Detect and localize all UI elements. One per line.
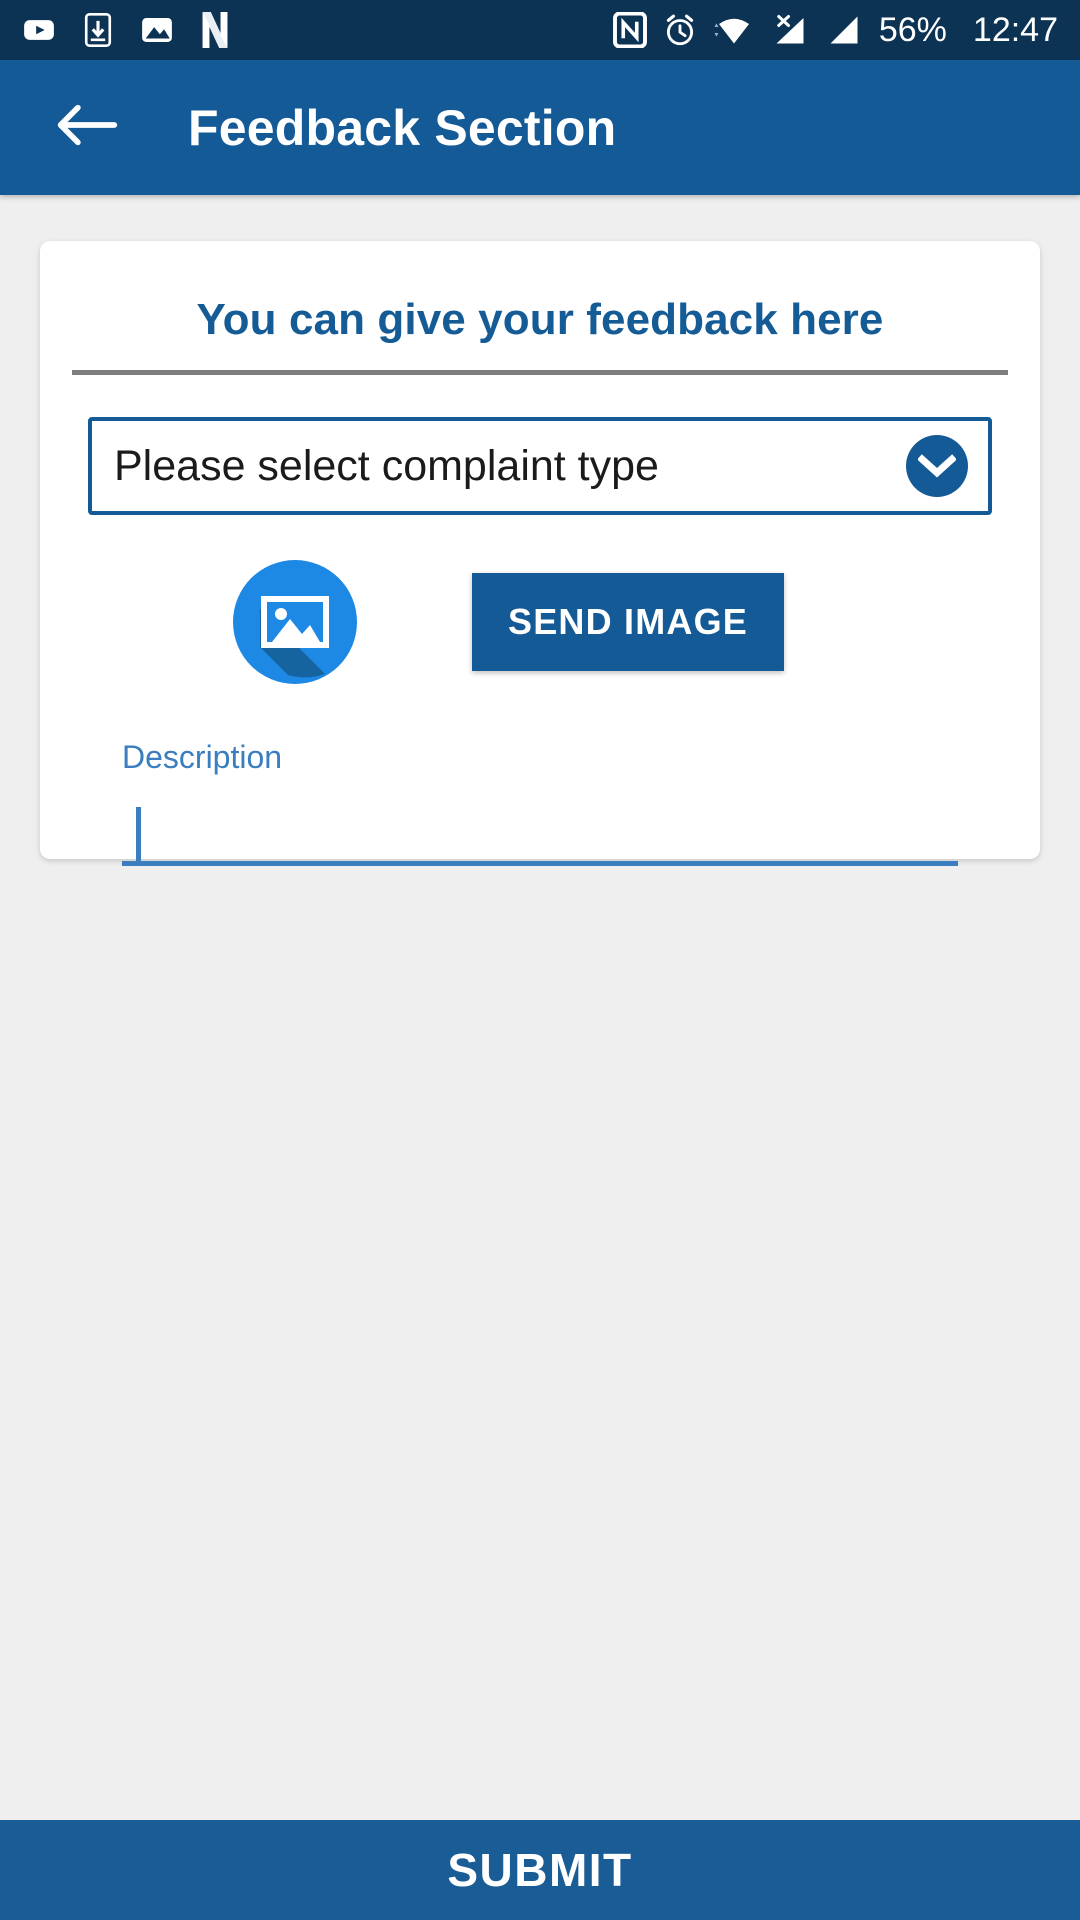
arrow-left-icon xyxy=(56,102,118,153)
gallery-image-icon xyxy=(140,13,174,47)
status-bar-left-icons xyxy=(22,12,230,48)
card-heading: You can give your feedback here xyxy=(196,295,884,344)
image-picker-row: SEND IMAGE xyxy=(40,557,1040,687)
description-label: Description xyxy=(122,739,283,775)
battery-percent: 56% xyxy=(878,11,947,49)
main-content: You can give your feedback here Please s… xyxy=(0,195,1080,1920)
nfc-icon xyxy=(612,12,647,48)
description-input[interactable] xyxy=(122,806,958,866)
submit-button[interactable]: SUBMIT xyxy=(0,1820,1080,1920)
status-bar: 56% 12:47 xyxy=(0,0,1080,60)
text-caret xyxy=(136,806,141,861)
complaint-type-value: Please select complaint type xyxy=(114,441,659,490)
app-bar: Feedback Section xyxy=(0,60,1080,195)
picture-placeholder-icon[interactable] xyxy=(230,557,360,687)
wifi-icon xyxy=(713,13,755,47)
heading-divider xyxy=(72,370,1008,375)
chevron-down-icon[interactable] xyxy=(906,435,968,497)
status-bar-clock: 12:47 xyxy=(972,11,1058,49)
complaint-type-select[interactable]: Please select complaint type xyxy=(88,417,992,515)
alarm-clock-icon xyxy=(663,12,697,48)
send-image-button[interactable]: SEND IMAGE xyxy=(472,573,785,671)
cell-signal-icon xyxy=(825,12,863,48)
page-title: Feedback Section xyxy=(188,99,617,156)
n-app-icon xyxy=(200,12,230,48)
status-bar-right-icons: 56% 12:47 xyxy=(612,11,1058,49)
youtube-icon xyxy=(22,13,56,47)
description-field-group: Description xyxy=(122,739,958,866)
back-button[interactable] xyxy=(52,93,122,163)
feedback-card: You can give your feedback here Please s… xyxy=(40,241,1040,866)
phone-download-icon xyxy=(82,13,114,47)
no-sim-signal-icon xyxy=(771,12,809,48)
